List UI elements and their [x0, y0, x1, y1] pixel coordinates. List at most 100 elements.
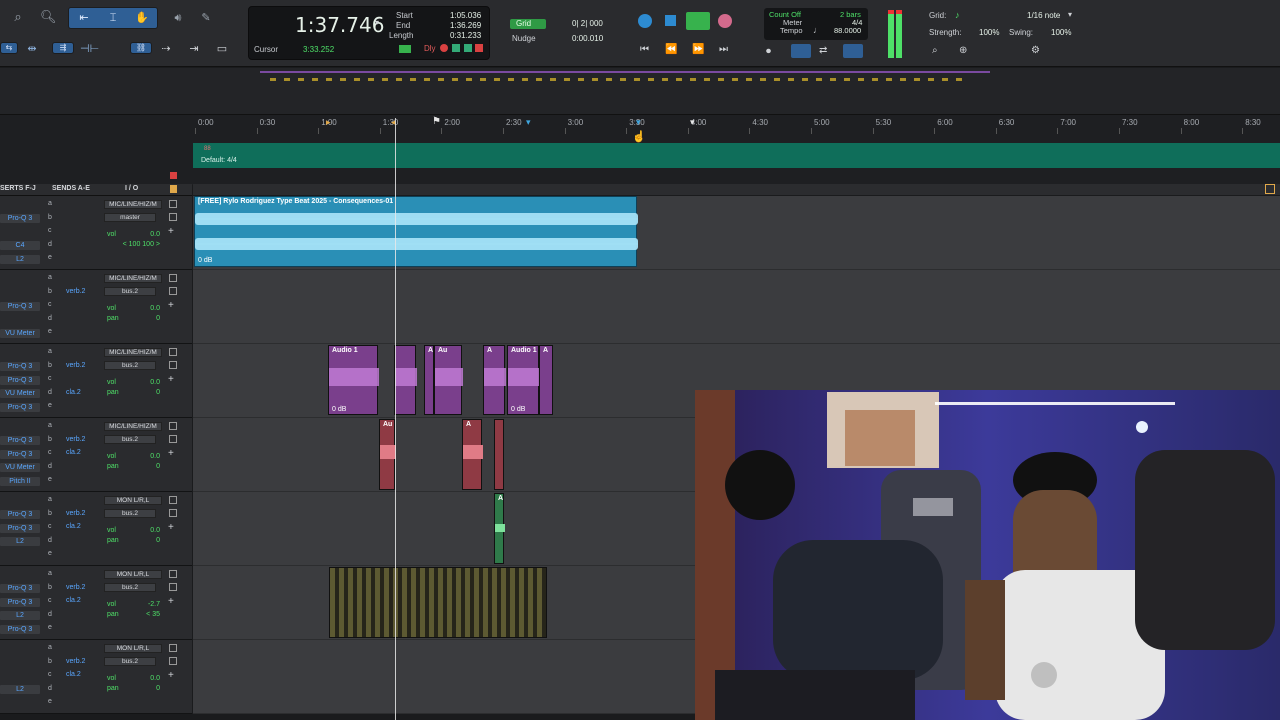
- insert-slot[interactable]: Pro-Q 3: [0, 449, 40, 459]
- trim-tool-icon[interactable]: ⇤: [76, 11, 92, 25]
- swing-value[interactable]: 100%: [1051, 28, 1071, 37]
- playhead-cursor[interactable]: [395, 118, 396, 720]
- midi-input-indicator-icon[interactable]: [475, 44, 483, 52]
- send-slot[interactable]: cla.2: [66, 449, 81, 456]
- send-slot[interactable]: verb.2: [66, 584, 85, 591]
- send-slot[interactable]: verb.2: [66, 658, 85, 665]
- insert-slot[interactable]: Pro-Q 3: [0, 510, 40, 519]
- insert-slot[interactable]: L2: [0, 611, 40, 620]
- insert-slot[interactable]: Pro-Q 3: [0, 375, 40, 385]
- send-slot[interactable]: verb.2: [66, 362, 85, 369]
- volume-value[interactable]: 0.0: [138, 379, 160, 386]
- pan-value[interactable]: 0: [138, 389, 160, 396]
- start-value[interactable]: 1:05.036: [450, 11, 481, 20]
- volume-value[interactable]: 0.0: [138, 231, 160, 238]
- red-clip-2[interactable]: A: [462, 419, 483, 490]
- insert-slot[interactable]: Pro-Q 3: [0, 362, 40, 371]
- meter-marker[interactable]: Default: 4/4: [201, 157, 237, 164]
- volume-value[interactable]: 0.0: [138, 527, 160, 534]
- pan-value[interactable]: < 100 100 >: [110, 241, 160, 248]
- input-selector[interactable]: MIC/LINE/HIZ/M: [104, 422, 162, 431]
- audio1-clip-1-gain[interactable]: 0 dB: [332, 406, 346, 413]
- input-selector[interactable]: MIC/LINE/HIZ/M: [104, 200, 162, 209]
- input-menu-icon[interactable]: [169, 422, 177, 430]
- tab-to-transient-icon[interactable]: ⇢: [158, 42, 174, 56]
- insert-slot[interactable]: Pro-Q 3: [0, 214, 40, 223]
- marker-ruler-close-icon[interactable]: [170, 172, 177, 179]
- output-menu-icon[interactable]: [169, 213, 177, 221]
- counter-dropdown-icon[interactable]: ▾: [375, 18, 379, 27]
- output-selector[interactable]: bus.2: [104, 509, 156, 518]
- audio1-clip-1[interactable]: Audio 1 0 dB: [328, 345, 379, 415]
- red-clip-3[interactable]: [494, 419, 504, 490]
- loop-start-marker-icon[interactable]: ▸: [326, 117, 331, 128]
- spot-mode-button[interactable]: ⇶: [52, 42, 74, 54]
- grid2-dropdown-icon[interactable]: ▾: [1068, 10, 1072, 19]
- input-menu-icon[interactable]: [169, 644, 177, 652]
- insert-slot[interactable]: Pro-Q 3: [0, 301, 40, 311]
- add-icon[interactable]: +: [168, 226, 174, 237]
- insert-slot[interactable]: L2: [0, 254, 40, 264]
- go-to-end-icon[interactable]: ⏭: [719, 44, 728, 55]
- output-selector[interactable]: bus.2: [104, 361, 156, 370]
- pan-value[interactable]: 0: [138, 315, 160, 322]
- output-selector[interactable]: bus.2: [104, 583, 156, 592]
- audio1-clip-6-gain[interactable]: 0 dB: [511, 406, 525, 413]
- add-icon[interactable]: +: [168, 300, 174, 311]
- send-slot[interactable]: cla.2: [66, 597, 81, 604]
- green-clip-1[interactable]: A: [494, 493, 505, 564]
- input-menu-icon[interactable]: [169, 348, 177, 356]
- audio-clip-5[interactable]: A: [483, 345, 506, 415]
- olive-clips-group[interactable]: [329, 567, 547, 638]
- zoom-tool-icon[interactable]: 🔍︎: [40, 10, 57, 24]
- send-slot[interactable]: cla.2: [66, 523, 81, 530]
- pencil-tool-icon[interactable]: ✎: [198, 11, 214, 25]
- send-slot[interactable]: cla.2: [66, 671, 81, 678]
- red-clip-1[interactable]: Au: [379, 419, 396, 490]
- input-menu-icon[interactable]: [169, 496, 177, 504]
- selector-tool-icon[interactable]: ⌶: [105, 11, 121, 25]
- midi-merge-icon[interactable]: ⇄: [819, 45, 827, 56]
- link-track-button[interactable]: ⛓: [130, 42, 152, 54]
- volume-value[interactable]: 0.0: [138, 675, 160, 682]
- tempo-marker[interactable]: 88: [204, 146, 211, 152]
- sync-indicator-icon[interactable]: [464, 44, 472, 52]
- output-menu-icon[interactable]: [169, 435, 177, 443]
- grid-mode-icon[interactable]: ⊣⊢: [80, 42, 99, 56]
- pan-value[interactable]: 0: [138, 463, 160, 470]
- insert-slot[interactable]: VU Meter: [0, 463, 40, 472]
- insert-slot[interactable]: Pro-Q 3: [0, 436, 40, 445]
- wait-for-note-icon[interactable]: ⏺: [766, 46, 771, 57]
- add-icon[interactable]: +: [168, 374, 174, 385]
- output-menu-icon[interactable]: [169, 657, 177, 665]
- main-counter[interactable]: 1:37.746: [295, 13, 384, 37]
- metronome-button[interactable]: [791, 44, 811, 58]
- selection-start-icon[interactable]: ▾: [526, 117, 531, 128]
- input-selector[interactable]: MIC/LINE/HIZ/M: [104, 348, 162, 357]
- input-menu-icon[interactable]: [169, 274, 177, 282]
- input-selector[interactable]: MIC/LINE/HIZ/M: [104, 274, 162, 283]
- rewind-icon[interactable]: ⏪: [665, 44, 677, 55]
- input-menu-icon[interactable]: [169, 570, 177, 578]
- marker-flag-icon[interactable]: ⚑: [432, 116, 441, 127]
- return-to-zero-icon[interactable]: ⏮: [640, 44, 649, 55]
- dynamic-transport-icon[interactable]: [399, 45, 411, 53]
- beat-clip-gain[interactable]: 0 dB: [198, 257, 212, 264]
- pan-value[interactable]: < 35: [138, 611, 160, 618]
- tempo-meter-lane[interactable]: [193, 143, 1280, 168]
- mirror-midi-icon[interactable]: ⇥: [186, 42, 202, 56]
- insert-slot[interactable]: L2: [0, 537, 40, 546]
- add-icon[interactable]: +: [168, 596, 174, 607]
- universe-overview[interactable]: [0, 68, 1280, 115]
- slip-mode-icon[interactable]: ⇹: [24, 42, 40, 56]
- output-menu-icon[interactable]: [169, 287, 177, 295]
- insert-slot[interactable]: Pitch II: [0, 476, 40, 486]
- send-slot[interactable]: verb.2: [66, 288, 85, 295]
- track-header[interactable]: [0, 640, 192, 714]
- send-slot[interactable]: verb.2: [66, 510, 85, 517]
- dly-label[interactable]: Dly: [424, 44, 436, 53]
- output-selector[interactable]: bus.2: [104, 435, 156, 444]
- pan-value[interactable]: 0: [138, 537, 160, 544]
- conductor-button[interactable]: [843, 44, 863, 58]
- output-selector[interactable]: bus.2: [104, 287, 156, 296]
